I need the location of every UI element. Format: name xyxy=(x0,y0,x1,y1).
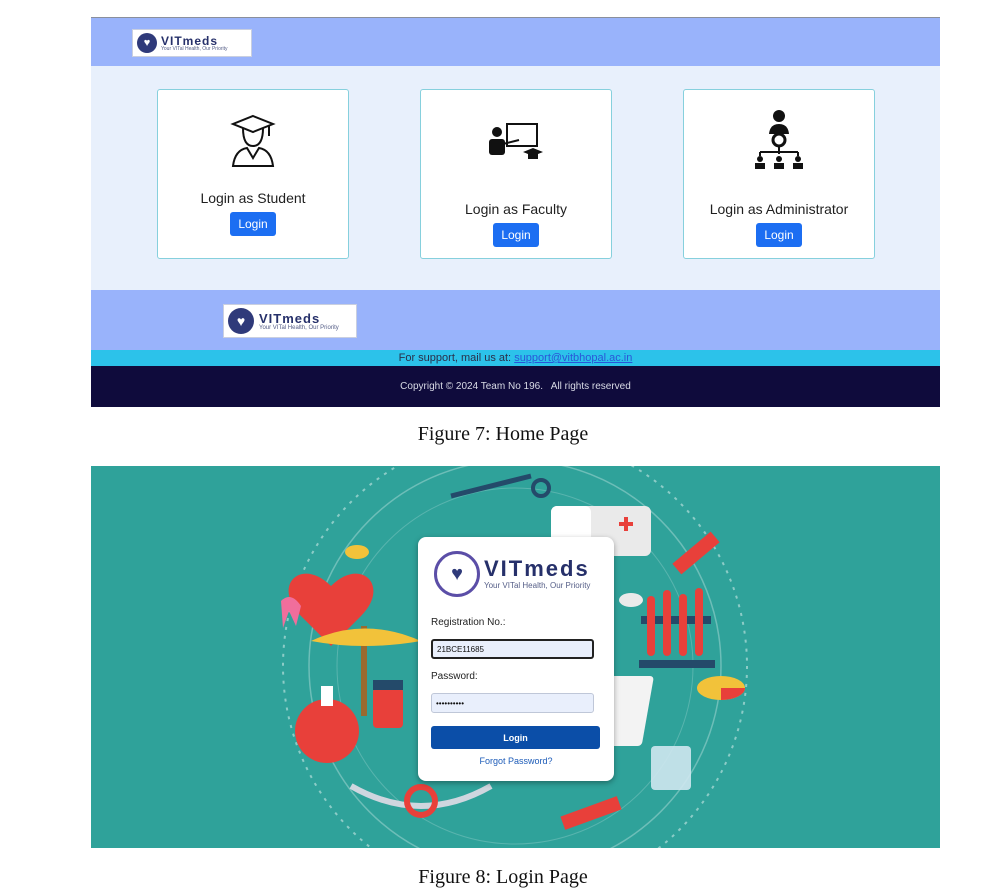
copyright-bar: Copyright © 2024 Team No 196. All rights… xyxy=(91,366,940,407)
graduate-icon xyxy=(230,114,276,167)
password-label: Password: xyxy=(431,671,478,682)
header-logo[interactable]: ♥ VITmeds Your VITal Health, Our Priorit… xyxy=(132,29,252,57)
registration-input[interactable]: 21BCE11685 xyxy=(431,639,594,659)
teacher-board-icon xyxy=(489,123,543,159)
footer-brand-bar: ♥ VITmeds Your VITal Health, Our Priorit… xyxy=(91,290,940,350)
flask-icon xyxy=(295,686,359,763)
header-bar: ♥ VITmeds Your VITal Health, Our Priorit… xyxy=(91,18,940,66)
support-bar: For support, mail us at: support@vitbhop… xyxy=(91,350,940,366)
logo-tagline: Your VITal Health, Our Priority xyxy=(161,45,228,52)
figure7-caption: Figure 7: Home Page xyxy=(417,423,589,445)
admin-network-icon xyxy=(755,110,803,169)
support-text: For support, mail us at: xyxy=(398,352,512,364)
footer-logo[interactable]: ♥ VITmeds Your VITal Health, Our Priorit… xyxy=(223,304,357,338)
forgot-password-link[interactable]: Forgot Password? xyxy=(418,756,614,766)
admin-login-button[interactable]: Login xyxy=(756,223,802,247)
faculty-login-button[interactable]: Login xyxy=(493,223,539,247)
footer-logo-tagline: Your VITal Health, Our Priority xyxy=(259,324,339,331)
bottom-syringe-icon xyxy=(560,796,622,830)
login-logo-tagline: Your VITal Health, Our Priority xyxy=(484,581,591,590)
figure8-caption: Figure 8: Login Page xyxy=(418,866,588,888)
logo-heart-icon: ♥ xyxy=(137,33,157,53)
support-email-link[interactable]: support@vitbhopal.ac.in xyxy=(514,352,632,364)
registration-label: Registration No.: xyxy=(431,617,506,628)
copyright-text: Copyright © 2024 Team No 196. All rights… xyxy=(400,381,631,392)
admin-login-card: Login as Administrator Login xyxy=(683,89,875,259)
logo-heart-icon: ♥ xyxy=(434,551,480,597)
footer-logo-name: VITmeds xyxy=(259,310,321,326)
admin-card-title: Login as Administrator xyxy=(709,201,849,217)
login-page-figure: ♥ VITmeds Your VITal Health, Our Priorit… xyxy=(91,466,940,848)
logo-heart-icon: ♥ xyxy=(228,308,254,334)
stethoscope-icon xyxy=(349,783,493,818)
student-login-card: Login as Student Login xyxy=(157,89,349,259)
scissors-icon xyxy=(450,473,551,499)
login-submit-button[interactable]: Login xyxy=(431,726,600,749)
home-page-figure: ♥ VITmeds Your VITal Health, Our Priorit… xyxy=(91,17,940,407)
student-card-title: Login as Student xyxy=(200,190,306,206)
pill-bottle-icon xyxy=(373,680,403,728)
student-login-button[interactable]: Login xyxy=(230,212,276,236)
login-form-card: ♥ VITmeds Your VITal Health, Our Priorit… xyxy=(418,537,614,781)
pie-chart-icon xyxy=(697,676,745,700)
login-brand: ♥ VITmeds Your VITal Health, Our Priorit… xyxy=(434,551,590,597)
faculty-login-card: Login as Faculty Login xyxy=(420,89,612,259)
test-tubes-icon xyxy=(639,588,715,668)
faculty-card-title: Login as Faculty xyxy=(465,201,567,217)
beaker-icon xyxy=(651,746,691,790)
login-logo-name: VITmeds xyxy=(484,556,590,581)
logo-name: VITmeds xyxy=(161,33,219,48)
password-input[interactable]: •••••••••• xyxy=(431,693,594,713)
